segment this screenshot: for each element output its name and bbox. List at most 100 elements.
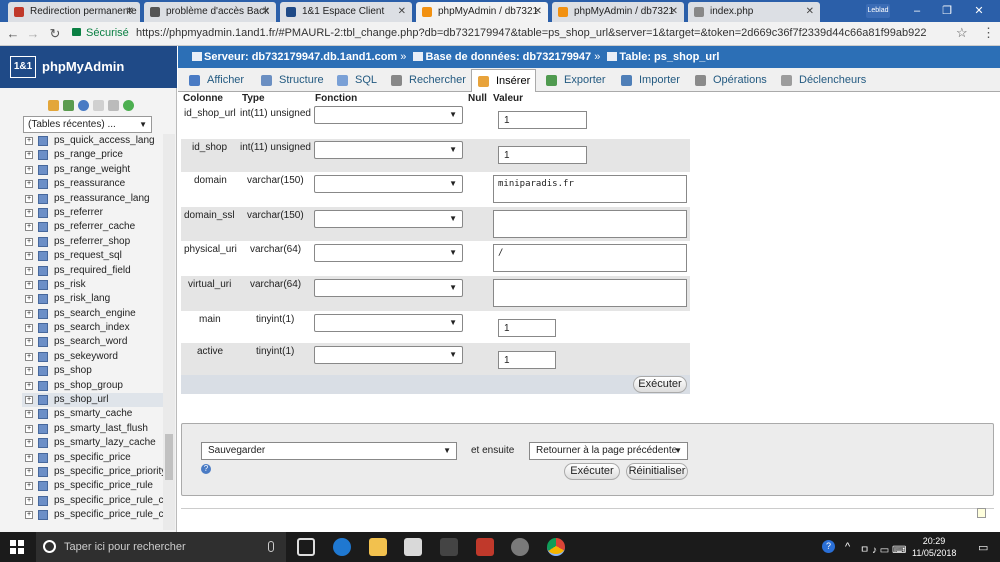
close-icon[interactable]: ✕ [126,2,134,22]
breadcrumb-table[interactable]: Table: ps_shop_url [619,51,719,63]
console-icon[interactable] [977,508,986,518]
expand-icon[interactable]: + [25,309,33,318]
edge-icon[interactable] [333,538,351,556]
value-textarea[interactable] [493,210,687,238]
expand-icon[interactable]: + [25,352,33,361]
tree-item[interactable]: + ps_smarty_lazy_cache [22,436,163,450]
expand-icon[interactable]: + [25,496,33,505]
execute-button[interactable]: Exécuter [564,463,620,480]
browser-tab-active[interactable]: phpMyAdmin / db7321 ✕ [416,2,548,22]
clock[interactable]: 20:29 11/05/2018 [912,535,956,559]
expand-icon[interactable]: + [25,280,33,289]
browser-tab[interactable]: problème d'accès Back ✕ [144,2,276,22]
browser-menu-icon[interactable]: ⋮ [982,25,995,41]
expand-icon[interactable]: + [25,453,33,462]
breadcrumb-database[interactable]: Base de données: db732179947 [425,51,591,63]
expand-icon[interactable]: + [25,266,33,275]
expand-icon[interactable]: + [25,252,33,261]
tree-item[interactable]: + ps_specific_price_rule [22,479,163,493]
browser-tab[interactable]: phpMyAdmin / db7321 ✕ [552,2,684,22]
chrome-icon[interactable] [547,538,565,556]
close-icon[interactable]: ✕ [398,2,406,22]
tree-item[interactable]: + ps_shop_group [22,379,163,393]
minimize-icon[interactable]: – [902,0,932,22]
tab-operations[interactable]: Opérations [689,69,775,92]
action-select[interactable]: Sauvegarder ▼ [201,442,457,460]
value-textarea[interactable]: miniparadis.fr [493,175,687,203]
value-textarea[interactable]: / [493,244,687,272]
scrollbar-thumb[interactable] [165,434,173,480]
close-icon[interactable]: ✕ [806,2,814,22]
tree-item[interactable]: + ps_smarty_last_flush [22,422,163,436]
pma-logo[interactable]: 1&1 phpMyAdmin [0,46,177,88]
tool-icon[interactable] [511,538,529,556]
store-icon[interactable] [404,538,422,556]
expand-icon[interactable]: + [25,137,33,145]
tray-status-icons[interactable]: ㅁ ♪ ▭ ⌨ [860,541,906,556]
reset-button[interactable]: Réinitialiser [626,463,688,480]
help-icon[interactable]: ? [201,464,211,474]
function-select[interactable]: ▼ [314,141,463,159]
expand-icon[interactable]: + [25,295,33,304]
expand-icon[interactable]: + [25,467,33,476]
tree-item[interactable]: + ps_reassurance_lang [22,192,163,206]
tree-item[interactable]: + ps_smarty_cache [22,407,163,421]
expand-icon[interactable]: + [25,338,33,347]
tree-item[interactable]: + ps_specific_price_rule_co [22,494,163,508]
browser-tab[interactable]: 1&1 Espace Client ✕ [280,2,412,22]
help-icon[interactable] [78,100,89,111]
profile-badge[interactable]: Leblad [866,4,890,18]
expand-icon[interactable]: + [25,324,33,333]
value-input[interactable]: 1 [498,146,587,164]
function-select[interactable]: ▼ [314,279,463,297]
expand-icon[interactable]: + [25,381,33,390]
value-input[interactable]: 1 [498,351,556,369]
tree-item[interactable]: + ps_search_word [22,335,163,349]
windows-start-icon[interactable] [10,540,24,554]
expand-icon[interactable]: + [25,208,33,217]
expand-icon[interactable]: + [25,151,33,160]
logout-icon[interactable] [63,100,74,111]
function-select[interactable]: ▼ [314,314,463,332]
explorer-icon[interactable] [369,538,387,556]
expand-icon[interactable]: + [25,223,33,232]
url-field[interactable]: https://phpmyadmin.1and1.fr/#PMAURL-2:tb… [136,27,926,39]
tree-item[interactable]: + ps_shop_url [22,393,163,408]
expand-icon[interactable]: + [25,511,33,520]
tree-item[interactable]: + ps_required_field [22,264,163,278]
task-view-icon[interactable] [297,538,315,556]
expand-icon[interactable]: + [25,439,33,448]
expand-icon[interactable]: + [25,482,33,491]
reload-icon[interactable]: ↻ [46,25,64,43]
expand-icon[interactable]: + [25,194,33,203]
execute-button[interactable]: Exécuter [633,376,687,393]
expand-icon[interactable]: + [25,237,33,246]
expand-icon[interactable]: + [25,410,33,419]
value-input[interactable]: 1 [498,319,556,337]
maximize-icon[interactable]: ❐ [932,0,962,22]
expand-icon[interactable]: + [25,180,33,189]
function-select[interactable]: ▼ [314,175,463,193]
tree-item[interactable]: + ps_search_index [22,321,163,335]
tree-item[interactable]: + ps_range_price [22,148,163,162]
value-input[interactable]: 1 [498,111,587,129]
close-icon[interactable]: ✕ [670,2,678,22]
close-icon[interactable]: ✕ [534,2,542,22]
close-icon[interactable]: ✕ [262,2,270,22]
bookmark-star-icon[interactable]: ☆ [956,25,968,41]
tree-item[interactable]: + ps_specific_price [22,451,163,465]
media-icon[interactable] [440,538,458,556]
recent-tables-select[interactable]: (Tables récentes) ... ▼ [23,116,152,133]
tree-item[interactable]: + ps_specific_price_rule_co [22,508,163,522]
tree-item[interactable]: + ps_shop [22,364,163,378]
function-select[interactable]: ▼ [314,346,463,364]
tree-item[interactable]: + ps_search_engine [22,307,163,321]
tree-item[interactable]: + ps_referrer_cache [22,220,163,234]
expand-icon[interactable]: + [25,424,33,433]
function-select[interactable]: ▼ [314,106,463,124]
home-icon[interactable] [48,100,59,111]
forward-icon[interactable]: → [24,25,42,43]
browser-tab[interactable]: Redirection permanente ✕ [8,2,140,22]
tab-export[interactable]: Exporter [540,69,614,92]
tree-item[interactable]: + ps_risk [22,278,163,292]
